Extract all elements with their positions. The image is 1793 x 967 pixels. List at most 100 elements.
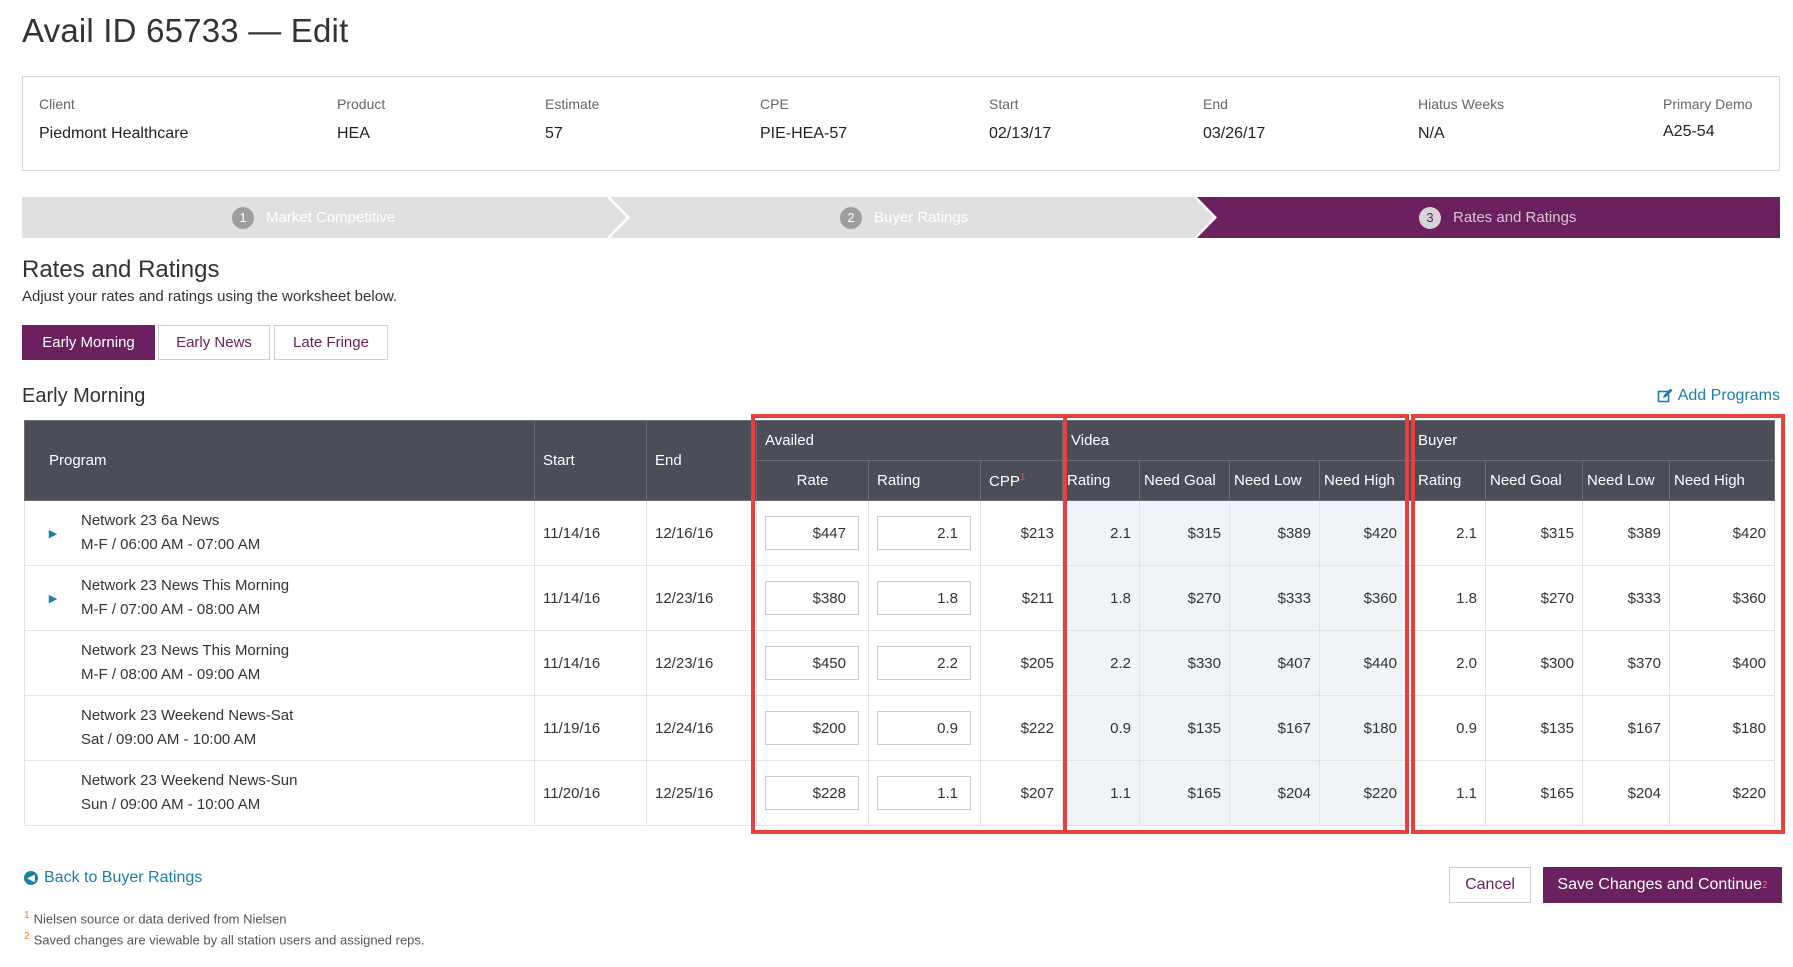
column-header-videa-need-goal: Need Goal — [1139, 460, 1230, 501]
rating-input[interactable] — [877, 646, 971, 680]
cancel-button[interactable]: Cancel — [1449, 867, 1531, 903]
step-buyer-ratings[interactable]: 2 Buyer Ratings — [840, 197, 968, 238]
buyer-need-goal: $315 — [1485, 500, 1583, 566]
group-header-availed: Availed — [756, 420, 1063, 461]
step-label: Buyer Ratings — [874, 209, 969, 226]
cpp-value: $211 — [980, 565, 1063, 631]
info-label: Estimate — [545, 96, 600, 112]
rate-input[interactable] — [765, 516, 859, 550]
info-value: 03/26/17 — [1203, 125, 1266, 142]
rating-input[interactable] — [877, 776, 971, 810]
tab-early-morning[interactable]: Early Morning — [22, 325, 155, 360]
column-header-buyer-need-goal: Need Goal — [1485, 460, 1583, 501]
info-value: N/A — [1418, 125, 1445, 142]
rating-input[interactable] — [877, 516, 971, 550]
footnote-number: 2 — [24, 931, 30, 942]
rate-input[interactable] — [765, 776, 859, 810]
cpp-value: $205 — [980, 630, 1063, 696]
program-time: Sun / 09:00 AM - 10:00 AM — [81, 796, 261, 813]
table-row: Network 23 Weekend News-Sun Sun / 09:00 A… — [24, 760, 1775, 826]
info-value: A25-54 — [1663, 123, 1715, 140]
videa-need-goal: $330 — [1139, 630, 1230, 696]
expand-caret-icon[interactable]: ▶ — [25, 527, 81, 540]
info-value: 57 — [545, 125, 563, 142]
save-and-continue-button[interactable]: Save Changes and Continue 2 — [1543, 867, 1782, 903]
buyer-need-low: $370 — [1582, 630, 1670, 696]
footnote-text: Saved changes are viewable by all statio… — [33, 932, 425, 948]
info-label: Client — [39, 96, 75, 112]
tab-late-fringe[interactable]: Late Fringe — [274, 325, 388, 360]
program-name: Network 23 News This Morning — [81, 577, 290, 594]
column-header-videa-rating: Rating — [1062, 460, 1140, 501]
videa-need-low: $407 — [1229, 630, 1320, 696]
videa-rating: 0.9 — [1062, 695, 1140, 761]
tab-early-news[interactable]: Early News — [158, 325, 270, 360]
videa-need-low: $167 — [1229, 695, 1320, 761]
start-date: 11/14/16 — [534, 630, 647, 696]
program-name: Network 23 News This Morning — [81, 642, 290, 659]
info-cpe: CPE PIE-HEA-57 — [760, 96, 847, 143]
expand-caret-icon[interactable]: ▶ — [25, 592, 81, 605]
page: Avail ID 65733 — Edit Client Piedmont Hea… — [0, 0, 1793, 967]
program-name: Network 23 6a News — [81, 512, 220, 529]
info-label: CPE — [760, 96, 789, 112]
videa-need-low: $204 — [1229, 760, 1320, 826]
rating-input[interactable] — [877, 581, 971, 615]
rating-cell — [868, 760, 981, 826]
info-label: End — [1203, 96, 1228, 112]
step-market-competitive[interactable]: 1 Market Competitive — [232, 197, 395, 238]
step-number: 3 — [1419, 206, 1441, 229]
avail-info-panel: Client Piedmont Healthcare Product HEA Est… — [22, 76, 1780, 171]
videa-rating: 1.8 — [1062, 565, 1140, 631]
footnote: 2 Saved changes are viewable by all stati… — [24, 931, 425, 947]
info-value: 02/13/17 — [989, 125, 1052, 142]
column-header-videa-need-low: Need Low — [1229, 460, 1320, 501]
footnote-text: Nielsen source or data derived from Niel… — [33, 911, 287, 927]
end-date: 12/24/16 — [646, 695, 757, 761]
buyer-need-low: $204 — [1582, 760, 1670, 826]
step-rates-and-ratings[interactable]: 3 Rates and Ratings — [1419, 197, 1576, 238]
footnote-marker: 1 — [1019, 471, 1026, 483]
back-link-label: Back to Buyer Ratings — [44, 869, 203, 886]
page-title: Avail ID 65733 — Edit — [22, 12, 349, 49]
buyer-need-high: $180 — [1669, 695, 1775, 761]
step-label: Market Competitive — [266, 209, 396, 226]
program-time: Sat / 09:00 AM - 10:00 AM — [81, 731, 257, 748]
rate-cell — [756, 500, 869, 566]
start-date: 11/19/16 — [534, 695, 647, 761]
rate-input[interactable] — [765, 581, 859, 615]
program-time: M-F / 07:00 AM - 08:00 AM — [81, 601, 261, 618]
rate-input[interactable] — [765, 711, 859, 745]
info-label: Hiatus Weeks — [1418, 96, 1505, 112]
add-programs-link[interactable]: Add Programs — [1657, 387, 1780, 405]
videa-need-high: $220 — [1319, 760, 1406, 826]
buyer-need-goal: $135 — [1485, 695, 1583, 761]
videa-need-low: $333 — [1229, 565, 1320, 631]
rating-input[interactable] — [877, 711, 971, 745]
table-row: ▶ Network 23 News This Morning M-F / 07:00… — [24, 565, 1775, 631]
rating-cell — [868, 630, 981, 696]
rate-cell — [756, 695, 869, 761]
info-value: Piedmont Healthcare — [39, 125, 189, 142]
videa-need-goal: $165 — [1139, 760, 1230, 826]
daypart-title: Early Morning — [22, 385, 146, 407]
buyer-need-high: $420 — [1669, 500, 1775, 566]
step-number: 2 — [840, 206, 862, 229]
column-header-start: Start — [534, 420, 647, 501]
videa-need-goal: $315 — [1139, 500, 1230, 566]
start-date: 11/20/16 — [534, 760, 647, 826]
rating-cell — [868, 565, 981, 631]
footnote-number: 1 — [24, 910, 30, 921]
add-programs-label: Add Programs — [1677, 387, 1780, 404]
program-cell: ▶ Network 23 News This Morning M-F / 07:00… — [24, 565, 535, 631]
rate-input[interactable] — [765, 646, 859, 680]
save-button-label: Save Changes and Continue — [1557, 876, 1763, 893]
buyer-rating: 1.1 — [1405, 760, 1486, 826]
buyer-need-high: $220 — [1669, 760, 1775, 826]
back-to-buyer-ratings-link[interactable]: ◀ Back to Buyer Ratings — [24, 869, 202, 887]
cpp-value: $213 — [980, 500, 1063, 566]
rate-cell — [756, 565, 869, 631]
column-header-buyer-rating: Rating — [1405, 460, 1486, 501]
info-estimate: Estimate 57 — [545, 96, 599, 143]
column-header-videa-need-high: Need High — [1319, 460, 1406, 501]
